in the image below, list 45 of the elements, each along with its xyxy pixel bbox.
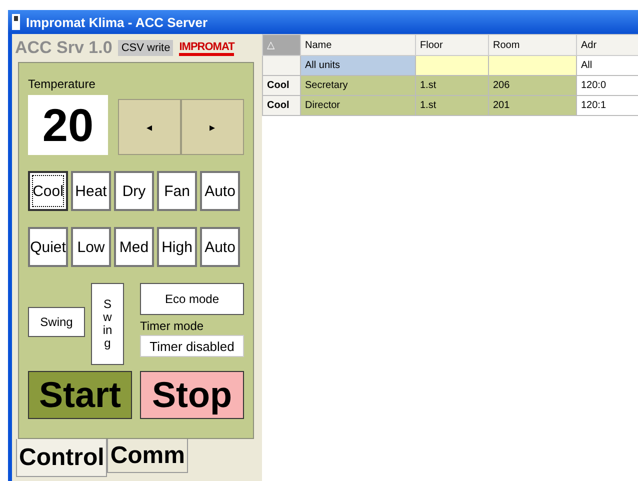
mode-button[interactable]: Cool <box>28 171 68 211</box>
table-cell: All units <box>300 56 416 76</box>
table-cell: Director <box>300 96 416 116</box>
mode-button[interactable]: Heat <box>71 171 111 211</box>
table-cell: All <box>576 56 638 76</box>
start-button[interactable]: Start <box>28 371 132 419</box>
app-icon <box>12 14 20 30</box>
stop-button[interactable]: Stop <box>140 371 244 419</box>
app-name: ACC Srv 1.0 <box>15 38 112 58</box>
logo: IMPROMAT <box>179 40 234 56</box>
table-cell: 120:0 <box>576 76 638 96</box>
vertical-swing-button[interactable]: Swing <box>91 283 124 365</box>
table-cell: 206 <box>488 76 576 96</box>
row-header: Cool <box>262 96 300 116</box>
fan-speed-button[interactable]: Med <box>114 227 154 267</box>
row-header <box>262 56 300 76</box>
mode-button[interactable]: Dry <box>114 171 154 211</box>
timer-field[interactable]: Timer disabled <box>140 335 244 357</box>
fan-speed-button[interactable]: Quiet <box>28 227 68 267</box>
timer-mode-label: Timer mode <box>140 319 205 333</box>
window-title: Impromat Klima - ACC Server <box>26 14 208 30</box>
tab[interactable]: Control <box>16 439 108 477</box>
fan-speed-button[interactable]: Auto <box>200 227 240 267</box>
increase-button[interactable]: ▸ <box>181 99 244 155</box>
column-header[interactable]: Room <box>488 34 576 56</box>
swing-button[interactable]: Swing <box>28 307 85 337</box>
row-header: Cool <box>262 76 300 96</box>
tab[interactable]: Comm <box>107 439 188 473</box>
fan-speed-button[interactable]: High <box>157 227 197 267</box>
table-cell: 1.st <box>416 96 488 116</box>
column-header[interactable]: Floor <box>416 34 488 56</box>
decrease-button[interactable]: ◂ <box>118 99 181 155</box>
table-cell: 120:1 <box>576 96 638 116</box>
mode-button[interactable]: Auto <box>200 171 240 211</box>
csv-write-button[interactable]: CSV write <box>118 40 174 56</box>
temperature-value: 20 <box>28 95 108 155</box>
table-cell: 1.st <box>416 76 488 96</box>
table-cell: 201 <box>488 96 576 116</box>
table-cell: Secretary <box>300 76 416 96</box>
column-header[interactable]: Name <box>300 34 416 56</box>
mode-button[interactable]: Fan <box>157 171 197 211</box>
column-header[interactable]: Adr <box>576 34 638 56</box>
eco-mode-button[interactable]: Eco mode <box>140 283 244 315</box>
fan-speed-button[interactable]: Low <box>71 227 111 267</box>
temperature-label: Temperature <box>28 77 96 91</box>
